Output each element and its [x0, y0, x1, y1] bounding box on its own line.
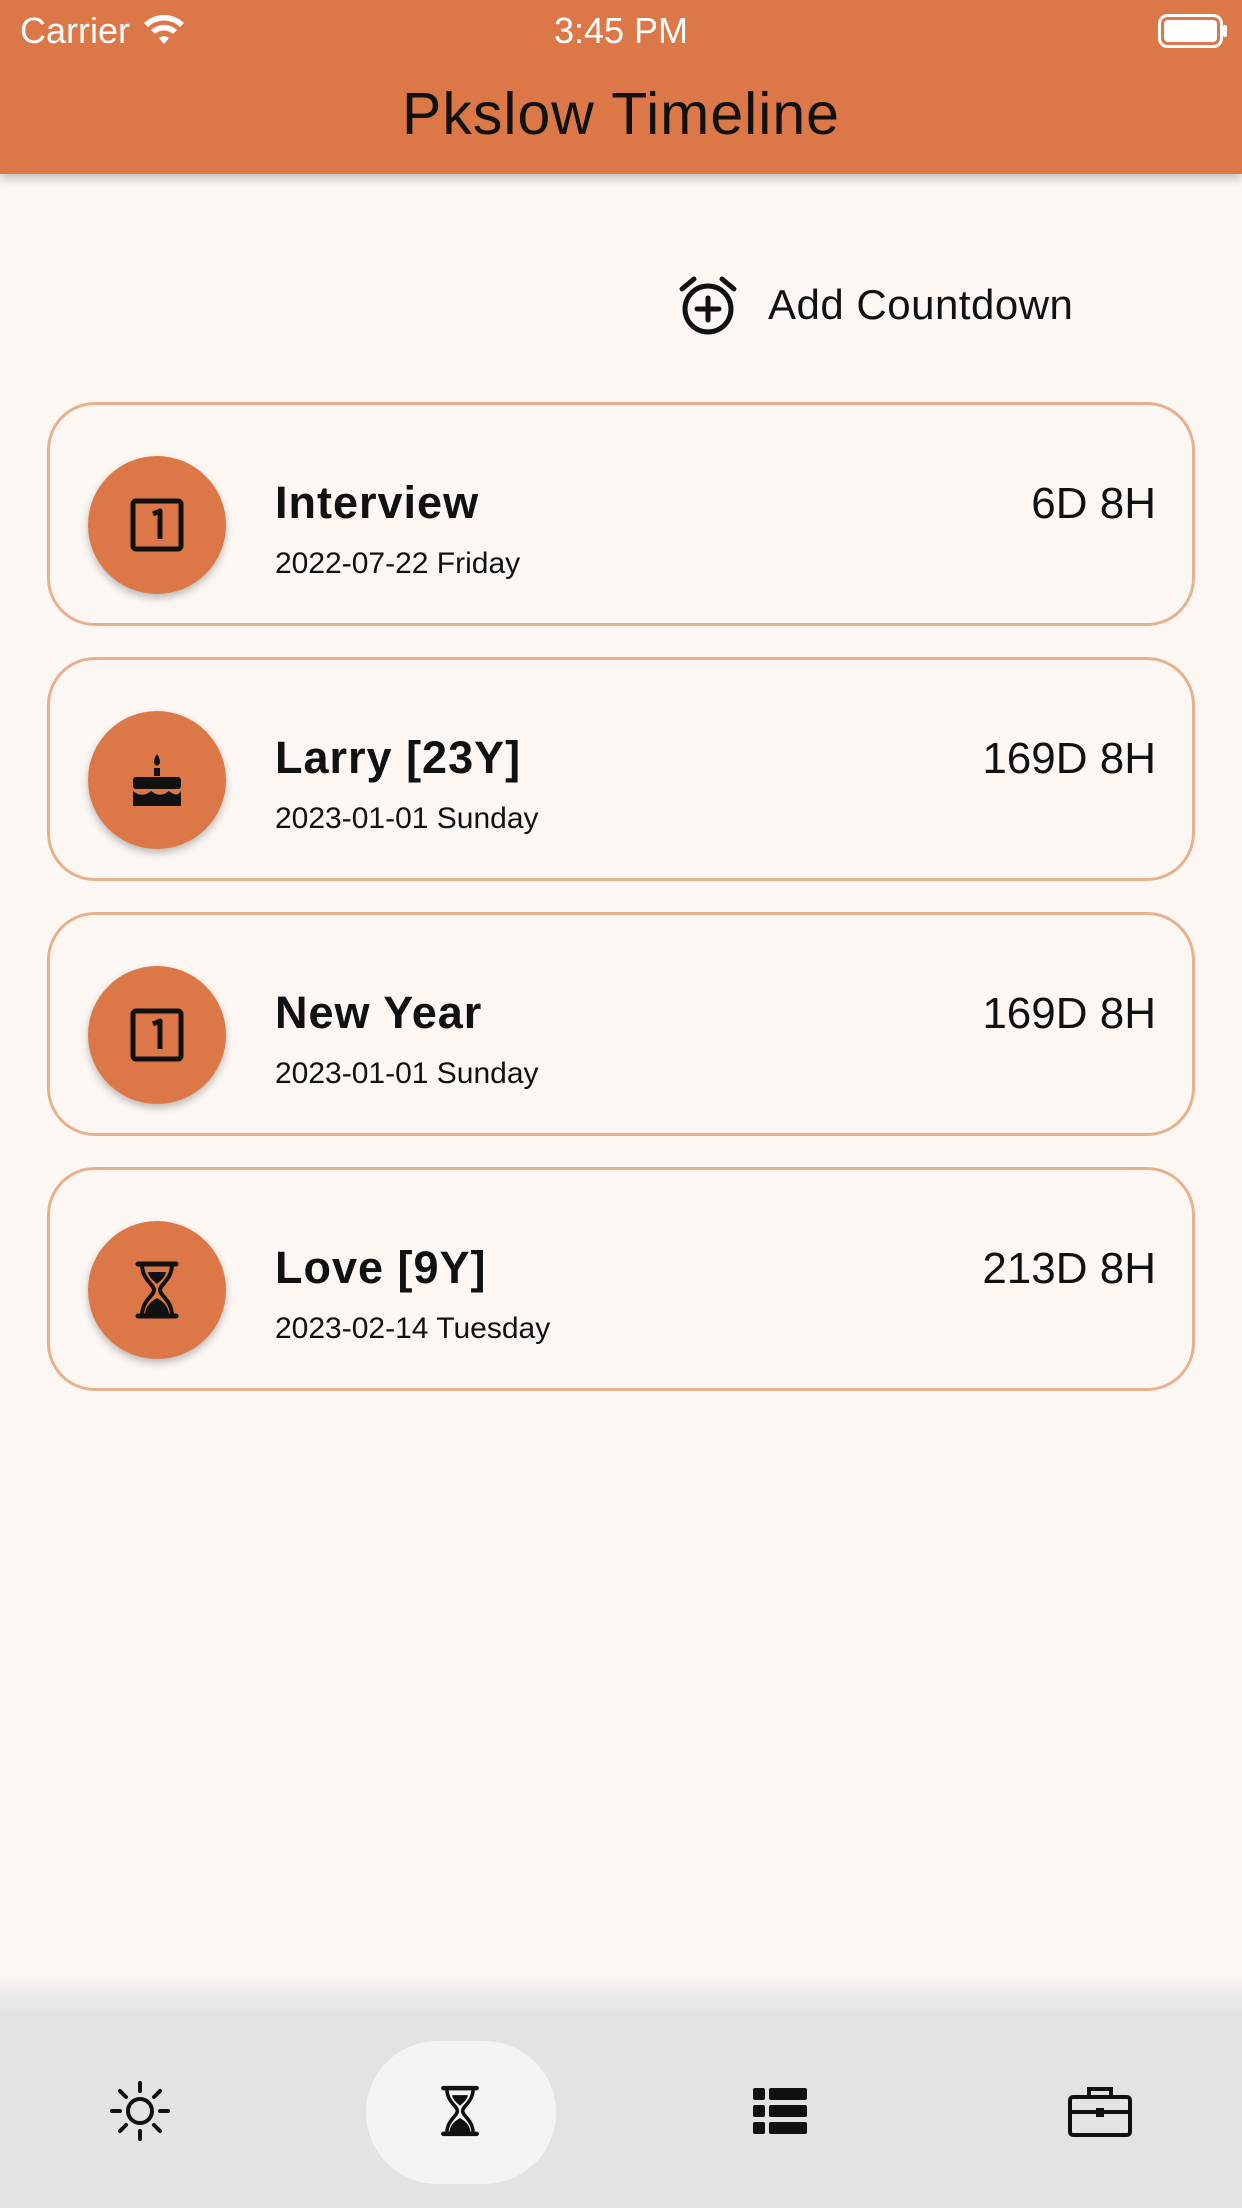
hourglass-icon: [441, 2085, 479, 2136]
countdown-icon-badge: [88, 1221, 226, 1359]
looks-one-icon: [130, 1008, 184, 1062]
countdown-title: Love [9Y]: [275, 1242, 487, 1293]
status-time: 3:45 PM: [553, 10, 689, 51]
countdown-card[interactable]: Interview 2022-07-22 Friday 6D 8H: [47, 402, 1195, 626]
cake-icon: [133, 754, 181, 806]
countdown-date: 2023-01-01 Sunday: [275, 802, 539, 835]
app-bar: Carrier 3:45 PM Pkslow Timeline: [0, 0, 1242, 174]
countdown-date: 2023-01-01 Sunday: [275, 1057, 539, 1090]
nav-item-tools[interactable]: [1040, 2013, 1160, 2208]
list-icon: [753, 2087, 807, 2134]
looks-one-icon: [130, 498, 184, 552]
countdown-title: Larry [23Y]: [275, 732, 522, 783]
battery-icon: [1158, 14, 1227, 48]
countdown-remaining: 169D 8H: [982, 989, 1156, 1038]
countdown-remaining: 169D 8H: [982, 734, 1156, 783]
add-countdown-button[interactable]: Add Countdown: [676, 265, 1073, 345]
page-title: Pkslow Timeline: [402, 81, 840, 147]
countdown-remaining: 6D 8H: [1031, 479, 1156, 528]
countdown-list: Interview 2022-07-22 Friday 6D 8H Larry …: [47, 402, 1195, 1422]
sun-icon: [110, 2080, 170, 2141]
countdown-remaining: 213D 8H: [982, 1244, 1156, 1293]
alarm-add-icon: [679, 276, 737, 335]
countdown-icon-badge: [88, 711, 226, 849]
countdown-title: Interview: [275, 477, 480, 528]
countdown-date: 2023-02-14 Tuesday: [275, 1312, 551, 1345]
bottom-nav: [0, 1973, 1242, 2208]
nav-item-countdown[interactable]: [400, 2013, 520, 2208]
nav-item-sun[interactable]: [80, 2013, 200, 2208]
nav-item-list[interactable]: [720, 2013, 840, 2208]
countdown-card[interactable]: Larry [23Y] 2023-01-01 Sunday 169D 8H: [47, 657, 1195, 881]
countdown-title: New Year: [275, 987, 483, 1038]
countdown-date: 2022-07-22 Friday: [275, 547, 521, 580]
countdown-icon-badge: [88, 966, 226, 1104]
add-countdown-label: Add Countdown: [768, 281, 1074, 328]
hourglass-icon: [135, 1261, 179, 1319]
countdown-card[interactable]: Love [9Y] 2023-02-14 Tuesday 213D 8H: [47, 1167, 1195, 1391]
countdown-card[interactable]: New Year 2023-01-01 Sunday 169D 8H: [47, 912, 1195, 1136]
countdown-icon-badge: [88, 456, 226, 594]
briefcase-icon: [1068, 2086, 1132, 2137]
